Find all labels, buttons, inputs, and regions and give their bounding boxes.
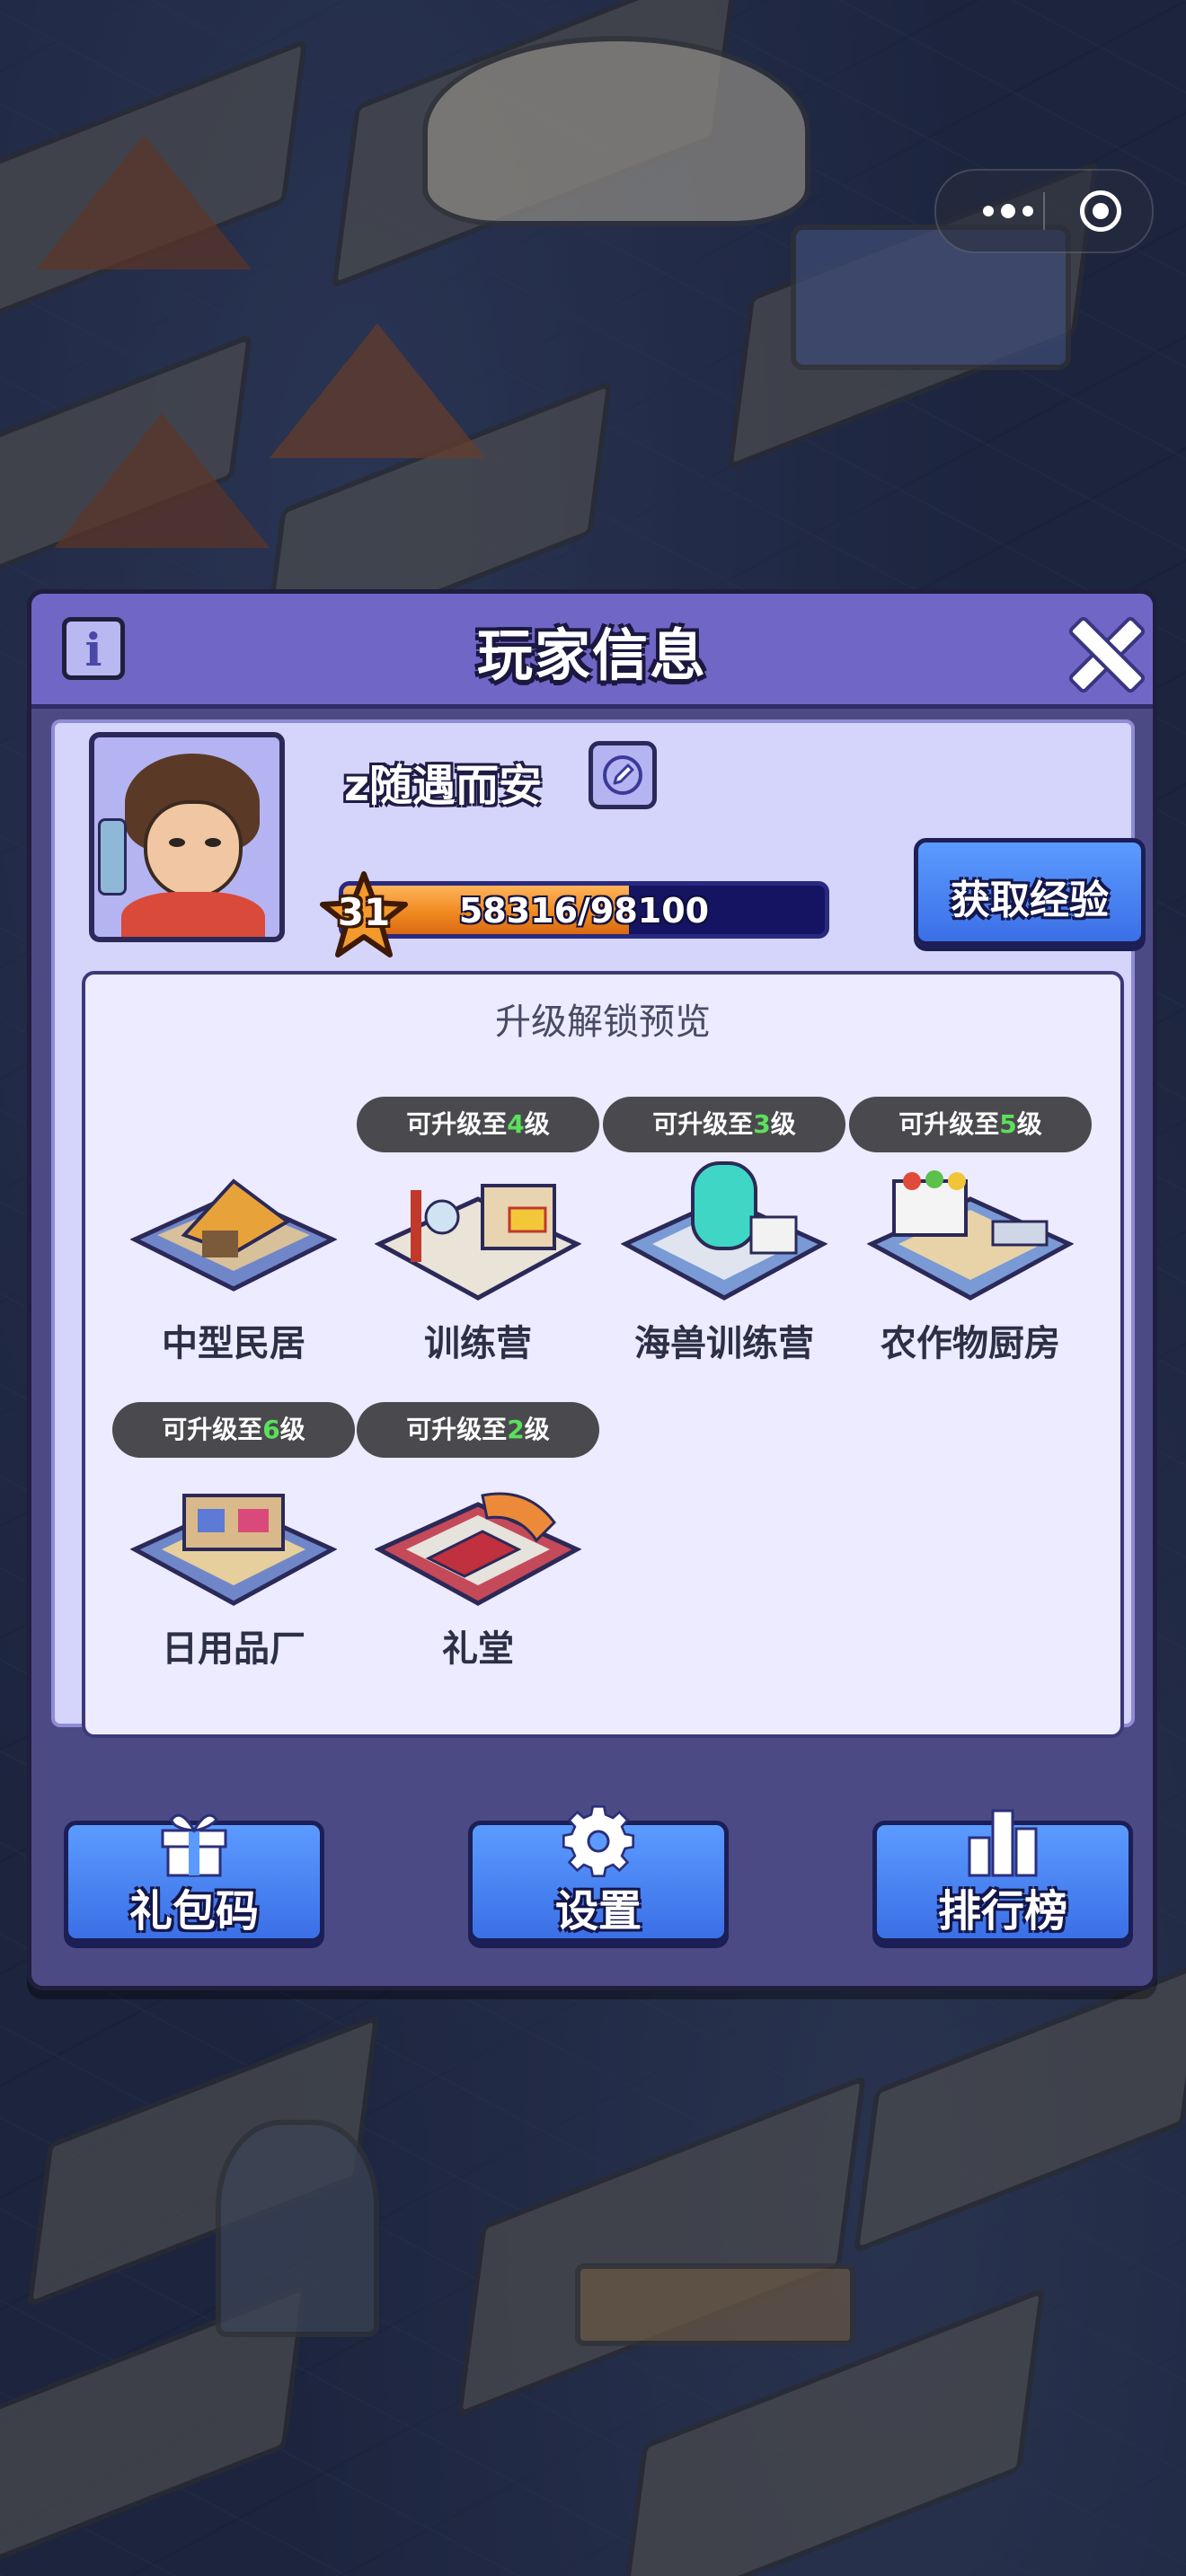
leaderboard-button[interactable]: 排行榜 xyxy=(872,1809,1133,1943)
get-exp-button[interactable]: 获取经验 xyxy=(914,838,1146,946)
building-name: 日用品厂 xyxy=(162,1628,305,1670)
player-level: 31 xyxy=(337,890,391,934)
building-name: 训练营 xyxy=(424,1323,532,1364)
building-name: 中型民居 xyxy=(162,1323,305,1364)
mini-program-capsule xyxy=(934,169,1154,253)
player-info-panel: z随遇而安 58316/98100 31 获取经验 升级解锁预览 中型民居 可升… xyxy=(51,719,1146,1738)
gift-code-button[interactable]: 礼包码 xyxy=(64,1813,324,1943)
upgrade-badge: 可升级至3级 xyxy=(603,1097,845,1152)
upgrade-badge: 可升级至4级 xyxy=(357,1097,599,1152)
get-exp-label: 获取经验 xyxy=(951,878,1109,923)
building-card[interactable]: 可升级至3级 海兽训练营 xyxy=(603,1097,845,1364)
upgrade-badge: 可升级至2级 xyxy=(357,1402,599,1458)
bar-chart-icon xyxy=(968,1809,1038,1877)
settings-label: 设置 xyxy=(554,1886,642,1936)
building-card[interactable]: 可升级至2级 礼堂 xyxy=(357,1402,599,1670)
exp-text: 58316/98100 xyxy=(458,891,710,931)
gift-icon xyxy=(161,1813,227,1877)
building-sea-beast-camp-image xyxy=(621,1161,828,1301)
pencil-icon xyxy=(603,755,642,795)
dialog-title: 玩家信息 xyxy=(476,622,707,688)
building-medium-house-image xyxy=(130,1178,337,1292)
building-auditorium-image xyxy=(375,1492,581,1606)
building-card[interactable]: 中型民居 xyxy=(112,1109,355,1364)
close-icon[interactable] xyxy=(1063,613,1138,689)
upgrade-badge: 可升级至5级 xyxy=(849,1097,1092,1152)
settings-button[interactable]: 设置 xyxy=(468,1804,729,1943)
upgrade-badge: 可升级至6级 xyxy=(112,1402,355,1458)
preview-title: 升级解锁预览 xyxy=(495,1001,711,1043)
building-daily-goods-factory-image xyxy=(130,1494,337,1606)
capsule-divider xyxy=(1043,192,1045,230)
target-icon[interactable] xyxy=(1080,190,1121,232)
upgrade-unlock-preview: 升级解锁预览 中型民居 可升级至4级 训练营 可升级至3级 海兽训练营 可升级至… xyxy=(82,971,1124,1738)
building-name: 农作物厨房 xyxy=(881,1323,1060,1364)
gear-icon xyxy=(562,1804,635,1878)
building-card[interactable]: 可升级至5级 农作物厨房 xyxy=(849,1097,1092,1364)
leaderboard-label: 排行榜 xyxy=(937,1886,1067,1936)
building-crop-kitchen-image xyxy=(867,1170,1074,1301)
player-info-dialog: i 玩家信息 z随遇而安 58316/98100 31 获取经验 升级解锁预览 … xyxy=(27,589,1157,1990)
more-dots-icon[interactable] xyxy=(972,190,1044,232)
edit-name-button[interactable] xyxy=(589,741,657,809)
gift-code-label: 礼包码 xyxy=(128,1886,259,1936)
building-card[interactable]: 可升级至4级 训练营 xyxy=(357,1097,599,1364)
player-name: z随遇而安 xyxy=(344,761,542,811)
building-training-camp-image xyxy=(375,1184,581,1301)
building-name: 礼堂 xyxy=(442,1628,514,1670)
building-card[interactable]: 可升级至6级 日用品厂 xyxy=(112,1402,355,1670)
avatar[interactable] xyxy=(89,732,285,942)
exp-progress-bar: 58316/98100 xyxy=(339,881,829,939)
building-name: 海兽训练营 xyxy=(634,1323,814,1364)
dialog-titlebar: i 玩家信息 xyxy=(31,594,1153,709)
